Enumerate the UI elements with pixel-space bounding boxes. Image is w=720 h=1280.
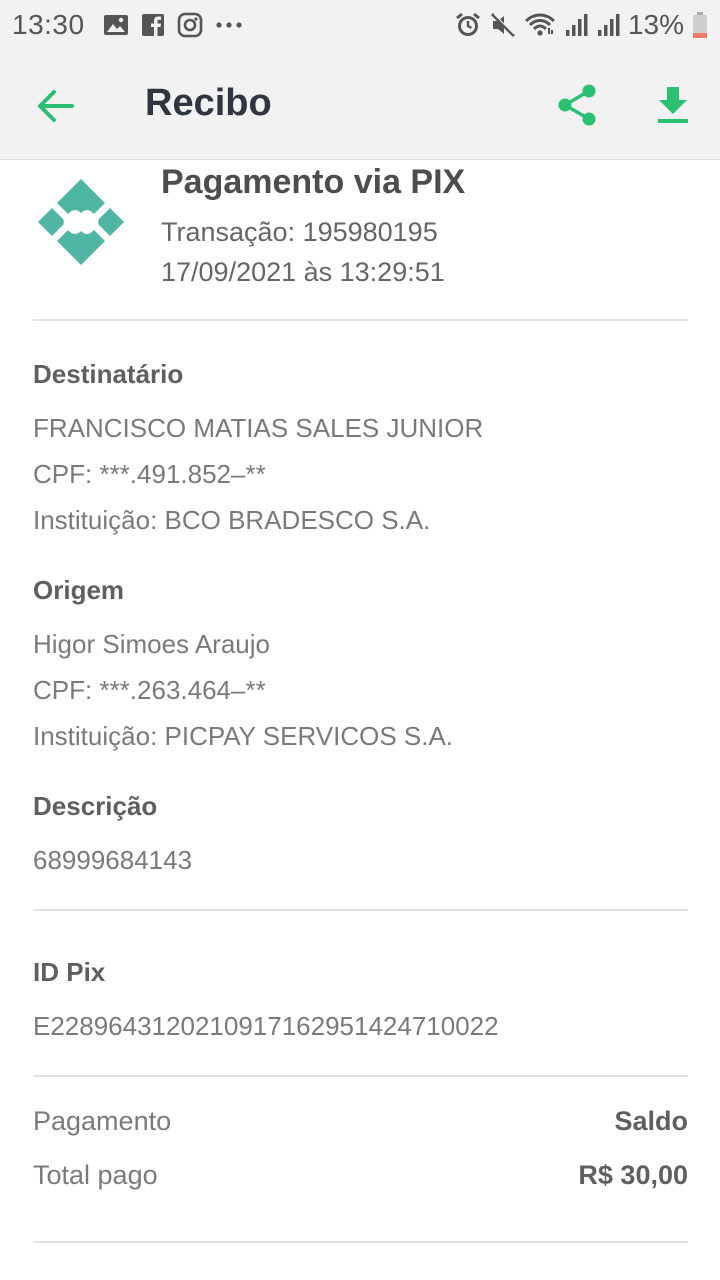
battery-percent: 13% bbox=[627, 9, 684, 40]
total-paid-label: Total pago bbox=[33, 1160, 158, 1190]
pix-id-label: ID Pix bbox=[33, 957, 106, 987]
system-icons: 13% bbox=[454, 9, 708, 41]
facebook-icon bbox=[141, 13, 165, 37]
back-button[interactable] bbox=[30, 80, 82, 132]
alarm-icon bbox=[454, 11, 482, 39]
divider bbox=[33, 909, 688, 911]
origin-name: Higor Simoes Araujo bbox=[33, 629, 270, 659]
recipient-institution: Instituição: BCO BRADESCO S.A. bbox=[33, 505, 431, 535]
mute-icon bbox=[490, 12, 516, 38]
description-value: 68999684143 bbox=[33, 845, 193, 875]
pix-id-value: E22896431202109171629514247100​22 bbox=[33, 1011, 499, 1041]
instagram-icon bbox=[177, 12, 203, 38]
receipt-content: Pagamento via PIX Transação: 195980195 1… bbox=[0, 161, 720, 1280]
image-icon bbox=[103, 13, 129, 37]
divider bbox=[33, 319, 688, 321]
recipient-name: FRANCISCO MATIAS SALES JUNIOR bbox=[33, 413, 484, 443]
divider bbox=[33, 1241, 688, 1243]
total-paid-value: R$ 30,00 bbox=[578, 1160, 688, 1190]
status-time: 13:30 bbox=[12, 9, 85, 40]
recipient-label: Destinatário bbox=[33, 359, 184, 389]
signal-icon bbox=[596, 12, 620, 38]
status-bar: 13:30 13% bbox=[0, 0, 720, 50]
app-bar: Recibo bbox=[0, 50, 720, 160]
description-label: Descrição bbox=[33, 791, 158, 821]
origin-cpf: CPF: ***.263.464–** bbox=[33, 675, 266, 705]
origin-label: Origem bbox=[33, 575, 125, 605]
wifi-icon bbox=[524, 12, 556, 38]
receipt-header: Pagamento via PIX Transação: 195980195 1… bbox=[0, 161, 720, 321]
pix-logo-icon bbox=[38, 179, 124, 265]
page-title: Recibo bbox=[145, 82, 272, 124]
share-icon bbox=[558, 84, 596, 126]
more-icon bbox=[215, 21, 243, 29]
share-button[interactable] bbox=[552, 80, 602, 130]
payment-method-value: Saldo bbox=[614, 1106, 688, 1136]
download-button[interactable] bbox=[648, 80, 698, 130]
transaction-id: Transação: 195980195 bbox=[161, 217, 438, 247]
battery-icon bbox=[692, 11, 708, 39]
signal-icon bbox=[564, 12, 588, 38]
origin-institution: Instituição: PICPAY SERVICOS S.A. bbox=[33, 721, 454, 751]
payment-title: Pagamento via PIX bbox=[161, 163, 466, 201]
download-icon bbox=[658, 87, 688, 123]
arrow-left-icon bbox=[38, 90, 74, 122]
recipient-cpf: CPF: ***.491.852–** bbox=[33, 459, 266, 489]
notification-icons bbox=[103, 12, 243, 38]
divider bbox=[33, 1075, 688, 1077]
payment-method-label: Pagamento bbox=[33, 1106, 172, 1136]
transaction-datetime: 17/09/2021 às 13:29:51 bbox=[161, 257, 445, 287]
